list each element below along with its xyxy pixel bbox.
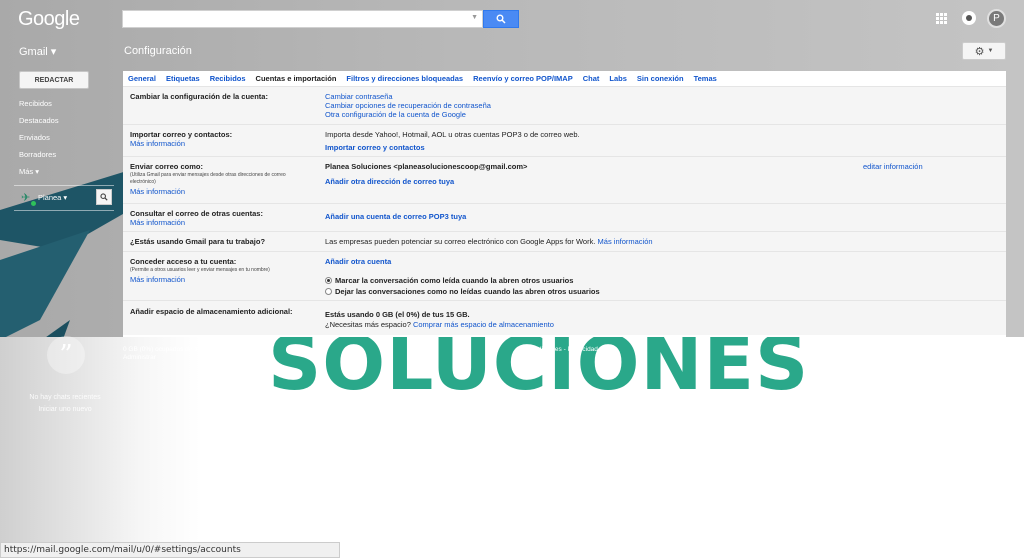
more-info-link[interactable]: Más información [130, 139, 185, 148]
settings-button[interactable]: ⚙ ▼ [962, 42, 1006, 60]
work-description-text: Las empresas pueden potenciar su correo … [325, 237, 596, 246]
google-account-settings-link[interactable]: Otra configuración de la cuenta de Googl… [325, 110, 466, 119]
search-input[interactable]: ▼ [122, 10, 483, 28]
nav-item-inbox[interactable]: Recibidos [19, 99, 52, 108]
row-label: Conceder acceso a tu cuenta: [130, 257, 237, 266]
gear-icon: ⚙ [974, 45, 985, 58]
status-online-icon [31, 201, 36, 206]
background-wordmark: SOLUCIONES [268, 321, 810, 407]
row-label: Añadir espacio de almacenamiento adicion… [130, 307, 293, 316]
radio-leave-unread-label: Dejar las conversaciones como no leídas … [335, 287, 600, 296]
send-as-address: Planea Soluciones <planeasolucionescoop@… [325, 162, 528, 171]
radio-unselected-icon[interactable] [325, 288, 332, 295]
storage-more: ¿Necesitas más espacio? Comprar más espa… [325, 320, 554, 329]
import-mail-button[interactable]: Importar correo y contactos [325, 143, 425, 152]
row-label: Enviar correo como: [130, 162, 203, 171]
row-label: Consultar el correo de otras cuentas: [130, 209, 263, 218]
recovery-options-link[interactable]: Cambiar opciones de recuperación de cont… [325, 101, 491, 110]
page-title: Configuración [124, 45, 192, 57]
change-password-link[interactable]: Cambiar contraseña [325, 92, 393, 101]
no-chats-message: No hay chats recientes Iniciar uno nuevo [10, 392, 120, 416]
tab-labels[interactable]: Etiquetas [166, 74, 200, 83]
add-pop3-account-link[interactable]: Añadir una cuenta de correo POP3 tuya [325, 212, 466, 221]
start-chat-link[interactable]: Iniciar uno nuevo [10, 404, 120, 416]
row-label: Cambiar la configuración de la cuenta: [130, 92, 268, 101]
tab-accounts[interactable]: Cuentas e importación [256, 74, 337, 83]
nav-item-drafts[interactable]: Borradores [19, 150, 56, 159]
hangouts-user-name[interactable]: Planea ▾ [38, 193, 67, 202]
footer-storage: 0 GB (0%) ocupados de 15 GB Administrar [123, 346, 213, 362]
row-label: ¿Estás usando Gmail para tu trabajo? [130, 237, 266, 246]
settings-row-send-as: Enviar correo como: (Utiliza Gmail para … [123, 156, 1006, 203]
nav-item-starred[interactable]: Destacados [19, 116, 59, 125]
row-sublabel: (Utiliza Gmail para enviar mensajes desd… [130, 172, 286, 185]
more-info-link[interactable]: Más información [130, 218, 185, 227]
row-label: Importar correo y contactos: [130, 130, 233, 139]
no-chats-text: No hay chats recientes [29, 394, 101, 401]
hangouts-search-button[interactable] [96, 189, 112, 205]
settings-row-change-account: Cambiar la configuración de la cuenta: C… [123, 86, 1006, 124]
tab-offline[interactable]: Sin conexión [637, 74, 684, 83]
add-address-link[interactable]: Añadir otra dirección de correo tuya [325, 177, 454, 186]
settings-row-check-mail: Consultar el correo de otras cuentas: Má… [123, 203, 1006, 231]
details-link[interactable]: Información detallada [881, 361, 1005, 369]
settings-tabs: General Etiquetas Recibidos Cuentas e im… [123, 71, 1006, 86]
avatar[interactable]: P [987, 9, 1006, 28]
radio-mark-read-label: Marcar la conversación como leída cuando… [335, 276, 574, 285]
compose-button[interactable]: REDACTAR [19, 71, 89, 89]
tab-inbox[interactable]: Recibidos [210, 74, 246, 83]
gmail-menu[interactable]: Gmail ▾ [19, 45, 56, 58]
last-activity: Última actividad de la cuenta: hace 5 ho… [880, 353, 1005, 360]
quote-bubble-icon: ” [47, 336, 85, 374]
terms-link[interactable]: Condiciones [526, 346, 562, 353]
footer-activity: Última actividad de la cuenta: hace 5 ho… [881, 353, 1005, 369]
footer-manage-link[interactable]: Administrar [123, 354, 213, 362]
footer-links: Condiciones - Privacidad [526, 346, 598, 353]
tab-labs[interactable]: Labs [609, 74, 627, 83]
storage-question: ¿Necesitas más espacio? [325, 320, 411, 329]
paper-plane-icon: ✈ [21, 192, 31, 204]
tab-themes[interactable]: Temas [694, 74, 717, 83]
radio-selected-icon[interactable] [325, 277, 332, 284]
add-account-link[interactable]: Añadir otra cuenta [325, 257, 391, 266]
search-icon [100, 193, 108, 201]
storage-usage: Estás usando 0 GB (el 0%) de tus 15 GB. [325, 310, 470, 319]
settings-row-storage: Añadir espacio de almacenamiento adicion… [123, 300, 1006, 335]
chevron-down-icon: ▼ [987, 48, 994, 54]
notifications-icon[interactable] [962, 11, 976, 25]
settings-body: Cambiar la configuración de la cuenta: C… [123, 86, 1006, 335]
edit-info-link[interactable]: editar información [863, 162, 923, 171]
row-sublabel: (Permite a otros usuarios leer y enviar … [130, 267, 270, 273]
google-logo[interactable]: Google [18, 8, 80, 31]
search-icon [496, 14, 506, 24]
tab-filters[interactable]: Filtros y direcciones bloqueadas [346, 74, 463, 83]
import-description: Importa desde Yahoo!, Hotmail, AOL u otr… [325, 130, 580, 139]
search-button[interactable] [483, 10, 519, 28]
settings-row-grant-access: Conceder acceso a tu cuenta: (Permite a … [123, 251, 1006, 300]
tab-general[interactable]: General [128, 74, 156, 83]
privacy-link[interactable]: Privacidad [568, 346, 598, 353]
apps-grid-icon[interactable] [936, 13, 947, 24]
footer-usage: 0 GB (0%) ocupados de 15 GB [123, 346, 213, 353]
buy-storage-link[interactable]: Comprar más espacio de almacenamiento [413, 320, 554, 329]
radio-leave-unread[interactable]: Dejar las conversaciones como no leídas … [325, 287, 600, 296]
work-description: Las empresas pueden potenciar su correo … [325, 237, 653, 246]
settings-row-work: ¿Estás usando Gmail para tu trabajo? Las… [123, 231, 1006, 251]
search-options-icon[interactable]: ▼ [471, 14, 478, 21]
nav-item-more[interactable]: Más ▾ [19, 167, 39, 176]
more-info-link[interactable]: Más información [598, 237, 653, 246]
tab-forwarding[interactable]: Reenvío y correo POP/IMAP [473, 74, 573, 83]
more-info-link[interactable]: Más información [130, 187, 185, 196]
settings-row-import: Importar correo y contactos: Más informa… [123, 124, 1006, 156]
tab-chat[interactable]: Chat [583, 74, 600, 83]
nav-item-sent[interactable]: Enviados [19, 133, 50, 142]
settings-panel: General Etiquetas Recibidos Cuentas e im… [123, 71, 1006, 337]
radio-mark-read[interactable]: Marcar la conversación como leída cuando… [325, 276, 573, 285]
more-info-link[interactable]: Más información [130, 275, 185, 284]
status-bar-url: https://mail.google.com/mail/u/0/#settin… [0, 542, 340, 558]
